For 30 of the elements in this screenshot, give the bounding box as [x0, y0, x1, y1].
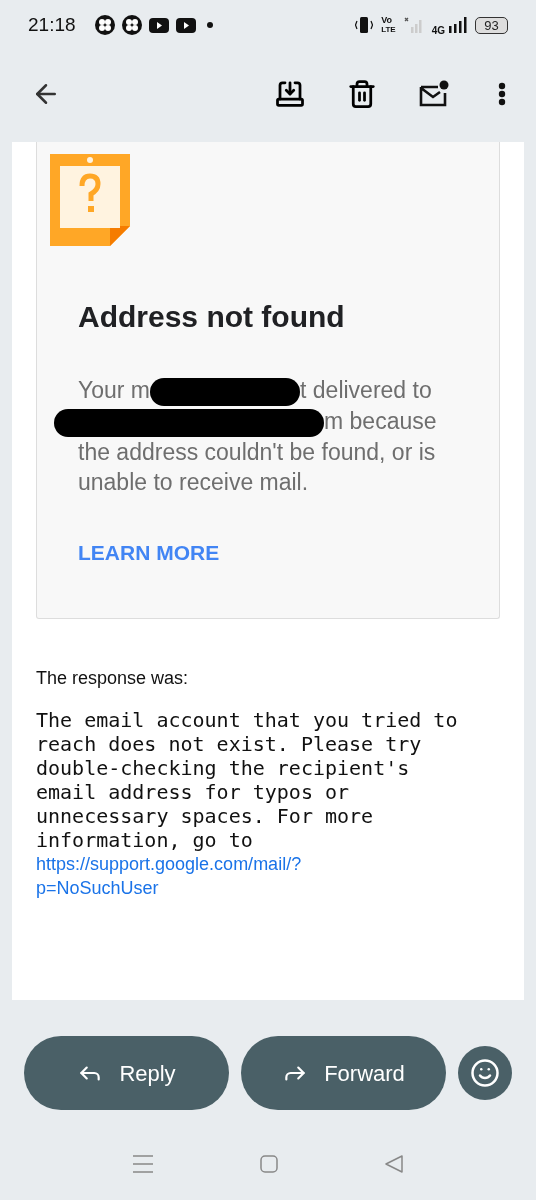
- menu-icon: [133, 1155, 154, 1173]
- more-options-icon: [498, 82, 506, 106]
- message-text: m because: [324, 407, 437, 434]
- message-text: the address couldn't be found, or is unable to receive mail.: [78, 437, 437, 497]
- battery-indicator: 93: [475, 16, 508, 34]
- message-text: t delivered to: [300, 377, 432, 403]
- video-play-icon: [148, 17, 169, 33]
- vibrate-icon: [355, 16, 374, 34]
- response-text: The email account that you tried to reach does not exist. Please try double-checking the recipient's email address for typos or unnecessary spaces. For more information, go to: [36, 708, 459, 853]
- volte-label: Vo: [381, 16, 393, 25]
- signal-icon: [449, 17, 467, 33]
- response-label: The response was:: [36, 667, 190, 691]
- network-type-label: 4G: [431, 23, 445, 38]
- status-time: 21:18: [28, 12, 76, 37]
- reply-button[interactable]: Reply: [24, 1036, 229, 1110]
- support-link[interactable]: https://support.google.com/mail/?p=NoSuchUser: [36, 852, 310, 901]
- emoji-reaction-button[interactable]: [458, 1046, 512, 1100]
- video-play-icon: [175, 17, 196, 33]
- message-text: Your m: [78, 377, 151, 403]
- smiley-icon: [470, 1058, 500, 1088]
- clover-icon: [94, 15, 115, 35]
- forward-button[interactable]: Forward: [241, 1036, 446, 1110]
- back-icon: [384, 1155, 403, 1173]
- no-signal-icon: [403, 17, 424, 33]
- home-icon: [260, 1155, 278, 1173]
- clover-icon: [121, 15, 142, 35]
- learn-more-link[interactable]: LEARN MORE: [78, 536, 220, 569]
- unknown-document-icon: [50, 154, 130, 246]
- volte-label: LTE: [381, 25, 396, 34]
- card-title: Address not found: [78, 299, 346, 335]
